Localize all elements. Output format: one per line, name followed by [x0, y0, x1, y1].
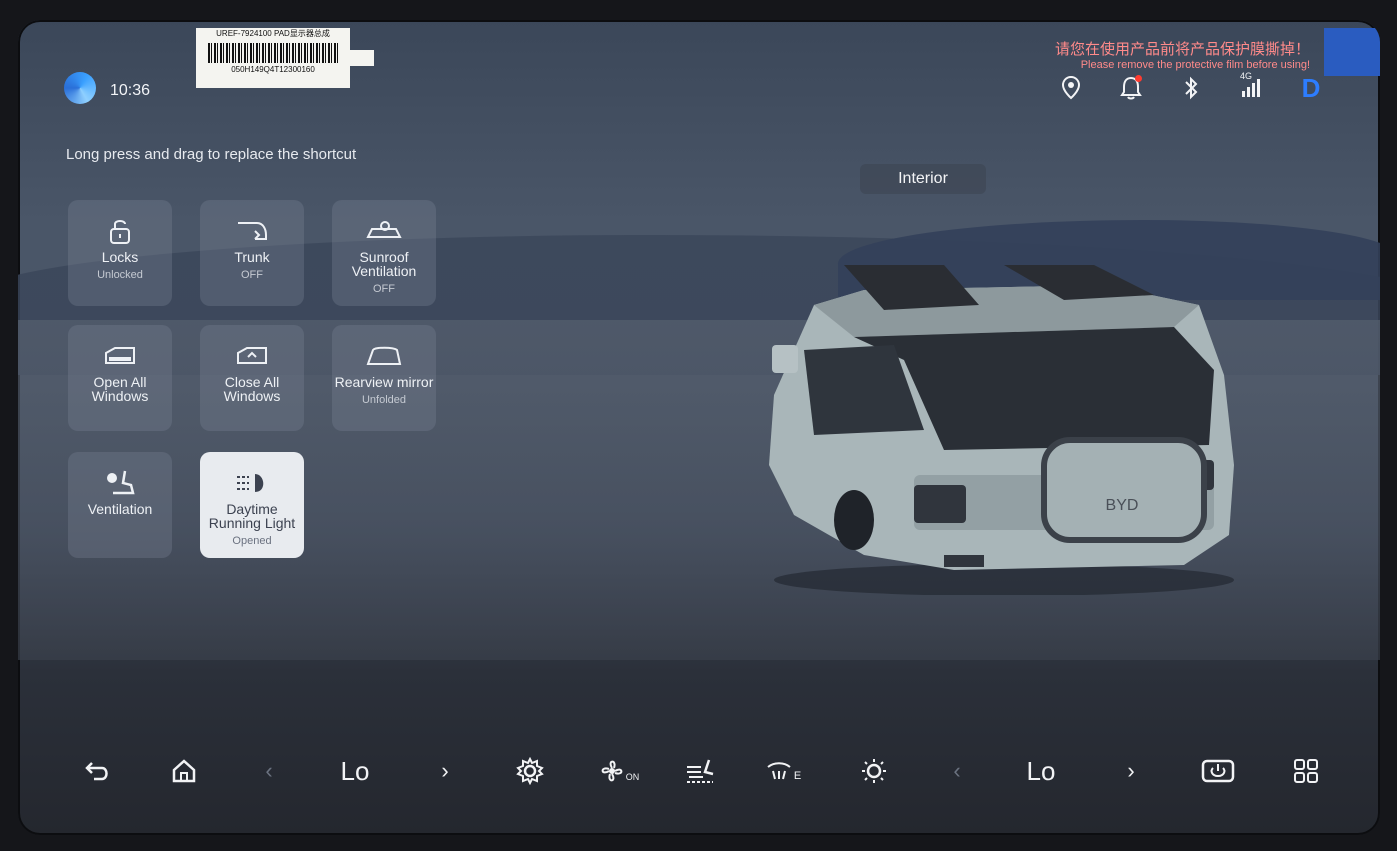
right-temp-decrease-button[interactable]: ‹ — [942, 753, 972, 789]
shortcut-trunk[interactable]: Trunk OFF — [200, 200, 304, 306]
shortcut-daytime-running-light[interactable]: Daytime Running Light Opened — [200, 452, 304, 558]
left-temperature[interactable]: Lo — [330, 753, 380, 789]
film-corner-tab — [1324, 28, 1380, 76]
seat-airflow-icon[interactable] — [680, 753, 720, 789]
infotainment-screen: BYD 10:36 UREF-7924100 PAD显示器总成 050H149Q… — [18, 20, 1380, 835]
settings-gear-icon[interactable] — [512, 753, 548, 789]
film-warning: 请您在使用产品前将产品保护膜撕掉！ Please remove the prot… — [1055, 38, 1310, 71]
shortcut-ventilation[interactable]: Ventilation — [68, 452, 172, 558]
fan-icon[interactable]: ON — [596, 753, 642, 789]
left-temp-increase-button[interactable]: › — [430, 753, 460, 789]
shortcut-hint: Long press and drag to replace the short… — [66, 146, 357, 163]
shortcut-label: Ventilation — [87, 501, 153, 517]
defrost-icon[interactable]: E — [760, 753, 806, 789]
sticker-tab — [350, 50, 374, 66]
sticker-part-number: UREF-7924100 PAD显示器总成 — [216, 29, 330, 38]
sticker-code: 050H149Q4T12300160 — [231, 65, 315, 74]
shortcut-state: Opened — [232, 535, 272, 547]
trunk-icon — [235, 218, 269, 244]
signal-4g-icon: 4G — [1238, 71, 1264, 101]
fan-on-label: ON — [625, 772, 640, 782]
protective-film-sticker: UREF-7924100 PAD显示器总成 050H149Q4T12300160 — [196, 28, 350, 88]
climate-power-icon[interactable] — [1198, 753, 1238, 789]
notification-bell-icon[interactable] — [1118, 75, 1144, 101]
shortcut-state: Unlocked — [97, 269, 143, 281]
brightness-icon[interactable] — [856, 753, 892, 789]
barcode — [208, 43, 338, 63]
shortcut-open-all-windows[interactable]: Open All Windows — [68, 325, 172, 431]
shortcut-locks[interactable]: Locks Unlocked — [68, 200, 172, 306]
clock: 10:36 — [110, 82, 151, 99]
shortcut-label: Daytime Running Light — [208, 501, 296, 531]
svg-text:BYD: BYD — [1106, 497, 1139, 514]
shortcut-label: Close All Windows — [223, 374, 281, 404]
app-grid-icon[interactable] — [1288, 753, 1324, 789]
right-temperature[interactable]: Lo — [1016, 753, 1066, 789]
shortcut-rearview-mirror[interactable]: Rearview mirror Unfolded — [332, 325, 436, 431]
mirror-icon — [365, 343, 403, 369]
sunroof-icon — [365, 218, 403, 244]
film-warning-cn: 请您在使用产品前将产品保护膜撕掉！ — [1054, 41, 1310, 58]
shortcut-label: Trunk — [234, 249, 270, 265]
bottom-dock: ‹ Lo › ON E ‹ Lo › — [18, 735, 1380, 805]
shortcut-label: Rearview mirror — [334, 374, 434, 390]
gear-indicator: D — [1301, 72, 1321, 103]
interior-view-button[interactable]: Interior — [860, 164, 986, 194]
window-open-icon — [103, 343, 137, 369]
seat-ventilation-icon — [103, 470, 137, 496]
shortcut-state: Unfolded — [361, 394, 407, 406]
shortcut-label: Sunroof Ventilation — [351, 249, 417, 279]
bluetooth-icon[interactable] — [1178, 75, 1204, 101]
window-close-icon — [235, 343, 269, 369]
lock-icon — [108, 218, 132, 244]
shortcut-sunroof-ventilation[interactable]: Sunroof Ventilation OFF — [332, 200, 436, 306]
shortcut-state: OFF — [373, 283, 395, 295]
defrost-label: E — [793, 770, 802, 782]
home-icon[interactable] — [166, 753, 202, 789]
status-bar-icons: 4G D — [1058, 71, 1324, 103]
shortcut-close-all-windows[interactable]: Close All Windows — [200, 325, 304, 431]
shortcut-state: OFF — [241, 269, 263, 281]
back-icon[interactable] — [80, 753, 116, 789]
right-temp-increase-button[interactable]: › — [1116, 753, 1146, 789]
left-temp-decrease-button[interactable]: ‹ — [254, 753, 284, 789]
film-warning-en: Please remove the protective film before… — [1080, 59, 1310, 71]
shortcut-label: Open All Windows — [91, 374, 149, 404]
shortcut-label: Locks — [101, 249, 139, 265]
notification-dot — [1135, 75, 1142, 82]
brand-logo[interactable] — [64, 72, 96, 104]
daytime-light-icon — [233, 470, 271, 496]
network-label: 4G — [1240, 71, 1253, 81]
location-icon[interactable] — [1058, 75, 1084, 101]
vehicle-3d-model[interactable]: BYD — [744, 265, 1244, 595]
